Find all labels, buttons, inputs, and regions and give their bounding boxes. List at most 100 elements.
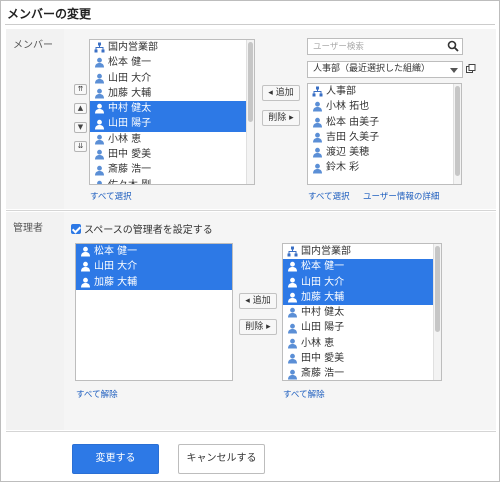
list-item[interactable]: 松本 由美子 bbox=[308, 115, 461, 130]
list-item[interactable]: 山田 大介 bbox=[283, 274, 441, 290]
person-icon bbox=[94, 119, 105, 130]
list-item-label: 松本 健一 bbox=[94, 246, 138, 257]
admins-clear-all-link[interactable]: すべて解除 bbox=[76, 388, 118, 400]
move-up-button[interactable]: ▲ bbox=[74, 103, 87, 114]
section-divider bbox=[6, 210, 496, 211]
candidates-select-all-link[interactable]: すべて選択 bbox=[308, 190, 350, 202]
org-select[interactable]: 人事部（最近選択した組織） bbox=[307, 61, 463, 78]
list-item[interactable]: 松本 健一 bbox=[76, 244, 232, 260]
list-item[interactable]: 山田 陽子 bbox=[283, 320, 441, 335]
user-details-link[interactable]: ユーザー情報の詳細 bbox=[363, 190, 439, 202]
list-item[interactable]: 田中 愛美 bbox=[90, 147, 254, 162]
org-tree-icon bbox=[312, 86, 323, 97]
person-icon bbox=[287, 261, 298, 272]
list-item[interactable]: 中村 健太 bbox=[283, 305, 441, 320]
move-bottom-button[interactable]: ⇊ bbox=[74, 141, 87, 152]
list-item-label: 吉田 久美子 bbox=[326, 131, 380, 143]
list-item-label: 山田 陽子 bbox=[301, 322, 345, 334]
list-item[interactable]: 山田 大介 bbox=[90, 71, 254, 86]
list-item[interactable]: 人事部 bbox=[308, 84, 461, 99]
person-icon bbox=[94, 180, 105, 184]
user-search-input[interactable] bbox=[308, 39, 440, 54]
list-item-label: 田中 愛美 bbox=[301, 353, 345, 365]
list-item[interactable]: 佐々木 剛 bbox=[90, 178, 254, 184]
list-item-label: 田中 愛美 bbox=[108, 149, 152, 161]
scrollbar[interactable] bbox=[433, 244, 441, 380]
user-search-box[interactable] bbox=[307, 38, 463, 55]
arrow-left-icon: ◂ bbox=[268, 88, 273, 98]
title-divider bbox=[5, 24, 495, 25]
admin-enable-checkbox[interactable] bbox=[71, 223, 81, 234]
list-item-label: 山田 大介 bbox=[108, 72, 152, 84]
person-icon bbox=[94, 165, 105, 176]
admins-label: 管理者 bbox=[6, 212, 64, 430]
list-item[interactable]: 小林 拓也 bbox=[308, 99, 461, 114]
move-down-button[interactable]: ▼ bbox=[74, 122, 87, 133]
admins-list[interactable]: 松本 健一山田 大介 加藤 大輔 bbox=[75, 243, 233, 381]
person-icon bbox=[80, 246, 91, 257]
person-icon bbox=[312, 163, 323, 174]
list-item[interactable]: 小林 恵 bbox=[90, 132, 254, 147]
person-icon bbox=[287, 338, 298, 349]
cancel-button[interactable]: キャンセルする bbox=[178, 444, 265, 474]
list-item[interactable]: 山田 大介 bbox=[76, 259, 232, 275]
copy-icon[interactable] bbox=[466, 64, 476, 77]
list-item[interactable]: 吉田 久美子 bbox=[308, 130, 461, 145]
list-item[interactable]: 国内営業部 bbox=[283, 244, 441, 259]
chevron-down-icon bbox=[450, 68, 458, 73]
list-item[interactable]: 中村 健太 bbox=[90, 101, 254, 117]
list-item-label: 斎藤 浩一 bbox=[301, 368, 345, 380]
list-item-label: 小林 恵 bbox=[108, 133, 142, 145]
admin-enable-row[interactable]: スペースの管理者を設定する bbox=[71, 221, 213, 236]
list-item[interactable]: 山田 陽子 bbox=[90, 116, 254, 132]
scrollbar[interactable] bbox=[453, 84, 461, 184]
members-add-button[interactable]: ◂ 追加 bbox=[262, 85, 300, 101]
search-icon[interactable] bbox=[447, 40, 459, 55]
list-item-label: 松本 由美子 bbox=[326, 116, 380, 128]
list-item[interactable]: 加藤 大輔 bbox=[283, 289, 441, 306]
members-remove-button[interactable]: 削除 ▸ bbox=[262, 110, 300, 126]
list-item[interactable]: 田中 愛美 bbox=[283, 351, 441, 366]
list-item[interactable]: 渡辺 美穂 bbox=[308, 145, 461, 160]
footer-divider bbox=[6, 431, 496, 432]
scrollbar[interactable] bbox=[246, 40, 254, 184]
person-icon bbox=[80, 261, 91, 272]
person-icon bbox=[94, 73, 105, 84]
list-item-label: 佐々木 剛 bbox=[108, 178, 151, 184]
list-item-label: 加藤 大輔 bbox=[108, 87, 152, 99]
list-item-label: 国内営業部 bbox=[301, 246, 351, 257]
admins-add-button[interactable]: ◂ 追加 bbox=[239, 293, 277, 309]
list-item-label: 鈴木 彩 bbox=[326, 162, 360, 174]
list-item-label: 小林 恵 bbox=[301, 337, 335, 349]
person-icon bbox=[287, 307, 298, 318]
list-item-label: 松本 健一 bbox=[108, 57, 152, 69]
admin-enable-label: スペースの管理者を設定する bbox=[84, 225, 213, 236]
list-item[interactable]: 松本 健一 bbox=[90, 55, 254, 70]
person-icon bbox=[94, 57, 105, 68]
list-item[interactable]: 加藤 大輔 bbox=[76, 274, 232, 290]
candidate-users-list[interactable]: 人事部 小林 拓也松本 由美子 吉田 久美子 渡辺 美穂鈴木 彩 bbox=[307, 83, 462, 185]
person-icon bbox=[312, 101, 323, 112]
list-item-label: 渡辺 美穂 bbox=[326, 147, 370, 159]
list-item[interactable]: 国内営業部 bbox=[90, 40, 254, 55]
move-top-button[interactable]: ⇈ bbox=[74, 84, 87, 95]
list-item-label: 山田 大介 bbox=[94, 261, 138, 273]
members-clear-all-link[interactable]: すべて解除 bbox=[283, 388, 325, 400]
list-item-label: 中村 健太 bbox=[108, 103, 152, 115]
current-members-list[interactable]: 国内営業部松本 健一山田 大介加藤 大輔中村 健太 山田 陽子 小林 恵田中 愛美斎… bbox=[89, 39, 255, 185]
list-item-label: 山田 大介 bbox=[301, 276, 345, 288]
list-item[interactable]: 斎藤 浩一 bbox=[283, 366, 441, 380]
person-icon bbox=[94, 134, 105, 145]
list-item[interactable]: 加藤 大輔 bbox=[90, 86, 254, 101]
person-icon bbox=[94, 103, 105, 114]
admin-candidate-members-list[interactable]: 国内営業部松本 健一 山田 大介 加藤 大輔 中村 健太山田 陽子小林 恵田中 愛美斎… bbox=[282, 243, 442, 381]
admins-remove-button[interactable]: 削除 ▸ bbox=[239, 319, 277, 335]
list-item[interactable]: 小林 恵 bbox=[283, 336, 441, 351]
person-icon bbox=[287, 292, 298, 303]
list-item-label: 国内営業部 bbox=[108, 42, 158, 53]
list-item[interactable]: 鈴木 彩 bbox=[308, 160, 461, 175]
submit-button[interactable]: 変更する bbox=[72, 444, 159, 474]
list-item[interactable]: 松本 健一 bbox=[283, 259, 441, 275]
members-select-all-link[interactable]: すべて選択 bbox=[90, 190, 132, 202]
list-item[interactable]: 斎藤 浩一 bbox=[90, 162, 254, 177]
